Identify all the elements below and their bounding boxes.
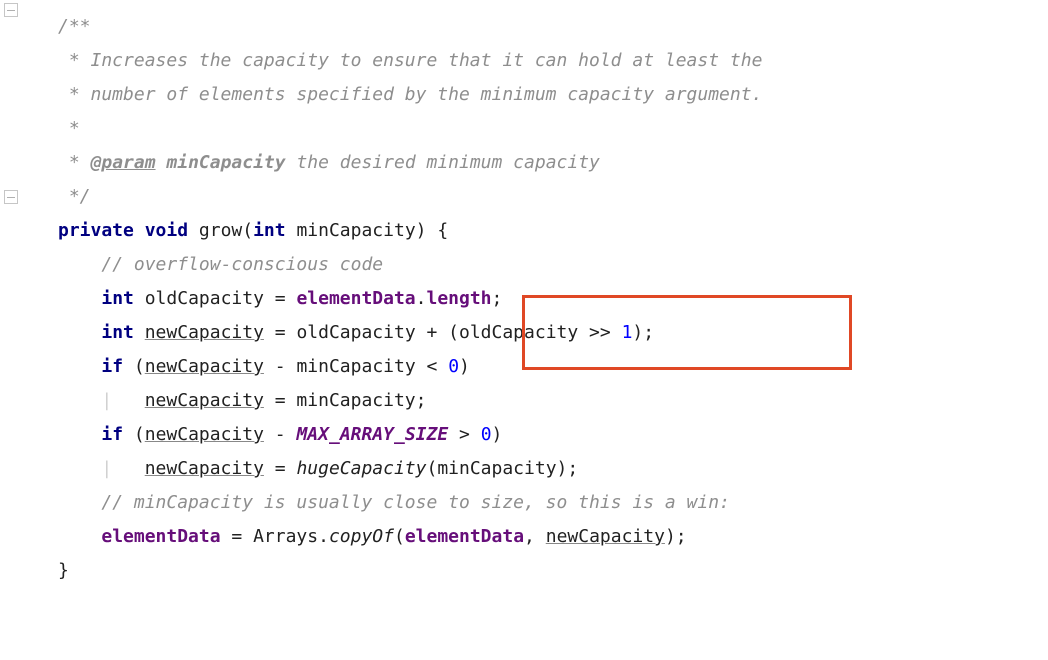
local-var: newCapacity: [145, 356, 264, 377]
code-line[interactable]: * @param minCapacity the desired minimum…: [0, 146, 1048, 180]
code-line[interactable]: // overflow-conscious code: [0, 248, 1048, 282]
code-line[interactable]: private void grow(int minCapacity) {: [0, 214, 1048, 248]
local-var: newCapacity: [145, 390, 264, 411]
method-name: grow(: [199, 220, 253, 241]
brace: }: [58, 560, 69, 581]
static-method-call: copyOf: [329, 526, 394, 547]
code-line[interactable]: | newCapacity = hugeCapacity(minCapacity…: [0, 452, 1048, 486]
field: elementData: [101, 526, 220, 547]
number-literal: 0: [481, 424, 492, 445]
javadoc-param-name: minCapacity: [166, 152, 285, 173]
keyword: void: [145, 220, 188, 241]
parameter: minCapacity) {: [296, 220, 448, 241]
expression: - minCapacity <: [264, 356, 448, 377]
local-var: newCapacity: [145, 458, 264, 479]
keyword: if: [101, 424, 123, 445]
number-literal: 0: [448, 356, 459, 377]
code-line[interactable]: if (newCapacity - MAX_ARRAY_SIZE > 0): [0, 418, 1048, 452]
doc-comment: the desired minimum capacity: [286, 152, 600, 173]
doc-comment: */: [58, 186, 91, 207]
code-editor[interactable]: /** * Increases the capacity to ensure t…: [0, 0, 1048, 598]
number-literal: 1: [622, 322, 633, 343]
local-var: newCapacity: [145, 424, 264, 445]
code-line[interactable]: | newCapacity = minCapacity;: [0, 384, 1048, 418]
keyword: if: [101, 356, 123, 377]
doc-comment: *: [58, 118, 80, 139]
identifier: oldCapacity =: [145, 288, 297, 309]
doc-comment: /**: [58, 16, 91, 37]
javadoc-tag: @param: [91, 152, 156, 173]
doc-comment: *: [58, 152, 91, 173]
expression: = oldCapacity + (oldCapacity >>: [264, 322, 622, 343]
static-method-call: hugeCapacity: [296, 458, 426, 479]
keyword: int: [101, 288, 134, 309]
constant-field: MAX_ARRAY_SIZE: [296, 424, 448, 445]
code-line[interactable]: */: [0, 180, 1048, 214]
field: elementData: [405, 526, 524, 547]
code-line[interactable]: *: [0, 112, 1048, 146]
code-line[interactable]: * number of elements specified by the mi…: [0, 78, 1048, 112]
code-line[interactable]: elementData = Arrays.copyOf(elementData,…: [0, 520, 1048, 554]
keyword: int: [101, 322, 134, 343]
code-line[interactable]: /**: [0, 10, 1048, 44]
doc-comment: * number of elements specified by the mi…: [58, 84, 762, 105]
line-comment: // minCapacity is usually close to size,…: [101, 492, 730, 513]
code-line[interactable]: }: [0, 554, 1048, 588]
code-line[interactable]: // minCapacity is usually close to size,…: [0, 486, 1048, 520]
doc-comment: * Increases the capacity to ensure that …: [58, 50, 762, 71]
code-line[interactable]: int newCapacity = oldCapacity + (oldCapa…: [0, 316, 1048, 350]
line-comment: // overflow-conscious code: [101, 254, 383, 275]
code-line[interactable]: * Increases the capacity to ensure that …: [0, 44, 1048, 78]
local-var: newCapacity: [546, 526, 665, 547]
local-var: newCapacity: [145, 322, 264, 343]
keyword: int: [253, 220, 286, 241]
field: elementData: [296, 288, 415, 309]
keyword: private: [58, 220, 134, 241]
expression: = minCapacity;: [264, 390, 427, 411]
code-line[interactable]: if (newCapacity - minCapacity < 0): [0, 350, 1048, 384]
code-line[interactable]: int oldCapacity = elementData.length;: [0, 282, 1048, 316]
field: length: [427, 288, 492, 309]
